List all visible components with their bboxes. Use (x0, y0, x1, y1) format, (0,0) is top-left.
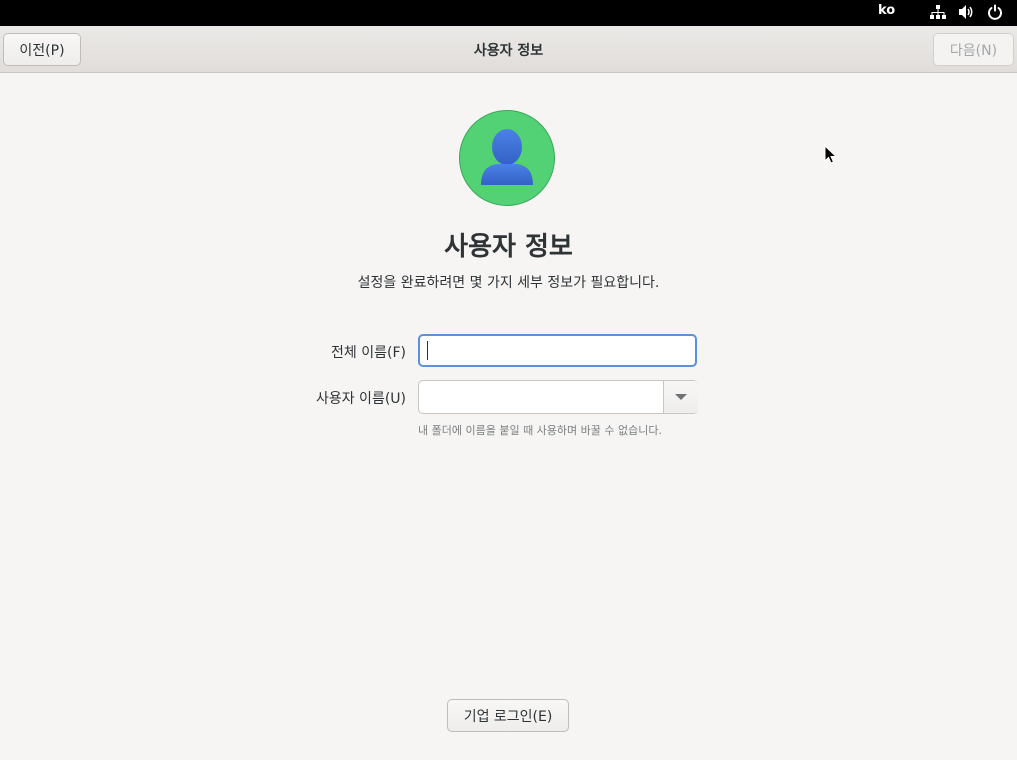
username-label: 사용자 이름(U) (315, 391, 406, 407)
page-subtitle: 설정을 완료하려면 몇 가지 세부 정보가 필요합니다. (357, 275, 660, 291)
full-name-input[interactable] (418, 334, 697, 367)
avatar[interactable] (459, 110, 555, 206)
volume-icon[interactable] (957, 3, 975, 21)
mouse-pointer-icon (824, 144, 838, 169)
username-dropdown-button[interactable] (663, 381, 698, 413)
text-caret (427, 341, 428, 360)
language-indicator[interactable]: ko (878, 3, 895, 18)
username-combo (418, 380, 698, 414)
power-icon[interactable] (986, 3, 1004, 21)
network-icon[interactable] (929, 3, 947, 21)
chevron-down-icon (675, 394, 687, 400)
header-title: 사용자 정보 (473, 43, 544, 59)
header-bar: 이전(P) 사용자 정보 다음(N) (0, 26, 1017, 73)
page-title: 사용자 정보 (444, 232, 573, 262)
full-name-label: 전체 이름(F) (331, 345, 406, 361)
next-button[interactable]: 다음(N) (933, 33, 1014, 66)
user-avatar-icon (481, 129, 533, 185)
enterprise-login-button[interactable]: 기업 로그인(E) (447, 699, 569, 732)
username-input[interactable] (419, 381, 662, 413)
username-hint: 내 폴더에 이름을 붙일 때 사용하며 바꿀 수 없습니다. (418, 424, 662, 437)
system-top-bar: ko (0, 0, 1017, 26)
